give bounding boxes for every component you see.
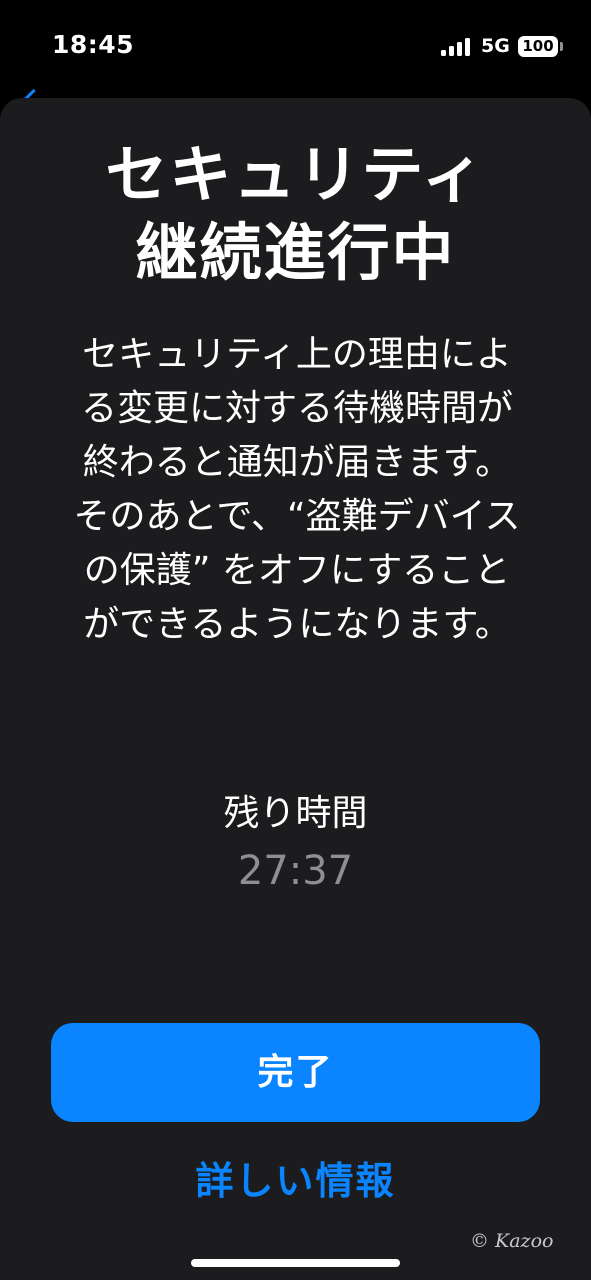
title-line-1: セキュリティ — [105, 138, 486, 211]
page-title: セキュリティ 継続進行中 — [40, 136, 551, 292]
description-text: セキュリティ上の理由による変更に対する待機時間が終わると通知が届きます。そのあと… — [73, 334, 521, 645]
remaining-time-value: 27:37 — [237, 848, 354, 894]
title-line-2: 継続進行中 — [135, 216, 456, 289]
network-type: 5G — [481, 35, 510, 57]
home-indicator[interactable] — [191, 1259, 400, 1267]
status-bar: 18:45 5G 100 — [0, 0, 591, 96]
more-info-link[interactable]: 詳しい情報 — [0, 1150, 591, 1205]
battery-icon: 100 — [518, 36, 558, 57]
remaining-time-label: 残り時間 — [223, 793, 368, 834]
cellular-signal-icon — [441, 38, 471, 56]
battery-tip — [560, 42, 563, 51]
status-time: 18:45 — [52, 30, 135, 59]
watermark: © Kazoo — [470, 1230, 554, 1252]
done-button[interactable]: 完了 — [51, 1023, 540, 1122]
